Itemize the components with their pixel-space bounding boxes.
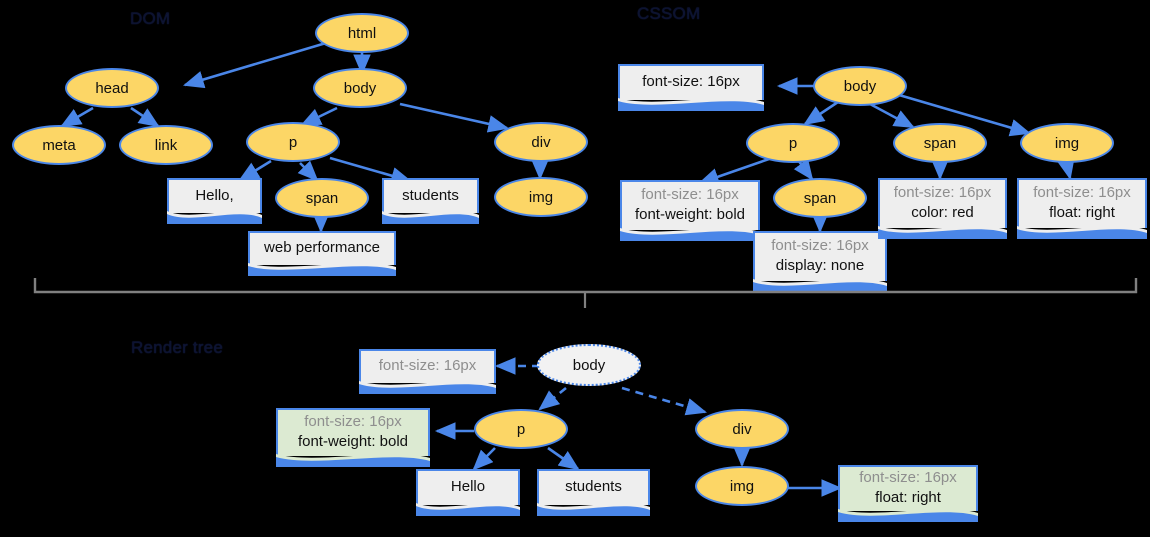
cssom-rule-p-line-2: font-weight: bold (634, 206, 746, 223)
cssom-rule-span-inner-line-2: display: none (775, 257, 865, 274)
render-rule-p-line-2: font-weight: bold (297, 433, 409, 450)
cssom-node-body[interactable]: body (813, 66, 907, 106)
cssom-rule-body: font-size: 16px (618, 64, 764, 111)
dom-node-span[interactable]: span (275, 178, 369, 218)
dom-text-hello-label: Hello, (195, 186, 234, 204)
cssom-node-span[interactable]: span (893, 123, 987, 163)
dom-node-meta[interactable]: meta (12, 125, 106, 165)
note-wave-edge (620, 228, 760, 241)
note-wave-edge (838, 509, 978, 522)
cssom-rule-img-line-2: float: right (1049, 204, 1115, 221)
dom-text-web-performance: web performance (248, 231, 396, 276)
cssom-node-p[interactable]: p (746, 123, 840, 163)
render-text-hello: Hello (416, 469, 520, 516)
cssom-node-span-inner[interactable]: span (773, 178, 867, 218)
cssom-rule-span-line-2: color: red (911, 204, 974, 221)
note-wave-edge (167, 211, 262, 224)
cssom-rule-span-line-1: font-size: 16px (893, 184, 992, 202)
render-rule-body-line-1: font-size: 16px (378, 357, 477, 375)
render-node-div[interactable]: div (695, 409, 789, 449)
dom-node-img[interactable]: img (494, 177, 588, 217)
dom-node-p[interactable]: p (246, 122, 340, 162)
dom-tree-title: DOM (130, 9, 171, 28)
render-text-students: students (537, 469, 650, 516)
cssom-rule-p: font-size: 16px font-weight: bold (620, 180, 760, 241)
cssom-rule-p-line-1: font-size: 16px (641, 186, 739, 204)
dom-node-div[interactable]: div (494, 122, 588, 162)
cssom-rule-span-inner: font-size: 16px display: none (753, 231, 887, 292)
note-wave-edge (248, 263, 396, 276)
render-rule-img-line-2: float: right (875, 489, 941, 506)
cssom-rule-span-inner-line-1: font-size: 16px (771, 237, 869, 255)
note-wave-edge (416, 503, 520, 516)
note-wave-edge (359, 381, 496, 394)
cssom-rule-span: font-size: 16px color: red (878, 178, 1007, 239)
dom-node-link[interactable]: link (119, 125, 213, 165)
render-rule-body: font-size: 16px (359, 349, 496, 394)
dom-text-web-performance-label: web performance (264, 239, 380, 257)
note-wave-edge (537, 503, 650, 516)
grouping-brace (33, 278, 1138, 308)
cssom-tree-title: CSSOM (637, 4, 701, 23)
render-text-students-label: students (565, 478, 622, 496)
render-rule-p: font-size: 16px font-weight: bold (276, 408, 430, 467)
cssom-rule-img-line-1: font-size: 16px (1033, 184, 1131, 202)
dom-node-html[interactable]: html (315, 13, 409, 53)
cssom-rule-img: font-size: 16px float: right (1017, 178, 1147, 239)
dom-text-students-label: students (402, 186, 459, 204)
render-rule-img: font-size: 16px float: right (838, 465, 978, 522)
cssom-rule-body-line-1: font-size: 16px (642, 73, 740, 91)
render-node-img[interactable]: img (695, 466, 789, 506)
render-rule-img-line-1: font-size: 16px (859, 469, 957, 487)
dom-node-head[interactable]: head (65, 68, 159, 108)
note-wave-edge (878, 226, 1007, 239)
render-rule-p-line-1: font-size: 16px (304, 413, 402, 431)
dom-text-hello: Hello, (167, 178, 262, 224)
render-text-hello-label: Hello (450, 478, 486, 496)
dom-node-body[interactable]: body (313, 68, 407, 108)
cssom-node-img[interactable]: img (1020, 123, 1114, 163)
note-wave-edge (382, 211, 479, 224)
note-wave-edge (276, 454, 430, 467)
diagram-canvas: DOM CSSOM Render tree html head body met… (0, 0, 1150, 537)
render-node-body[interactable]: body (537, 344, 641, 386)
dom-text-students: students (382, 178, 479, 224)
note-wave-edge (618, 98, 764, 111)
edge-layer (60, 41, 1075, 497)
render-node-p[interactable]: p (474, 409, 568, 449)
render-tree-title: Render tree (131, 338, 223, 357)
note-wave-edge (1017, 226, 1147, 239)
